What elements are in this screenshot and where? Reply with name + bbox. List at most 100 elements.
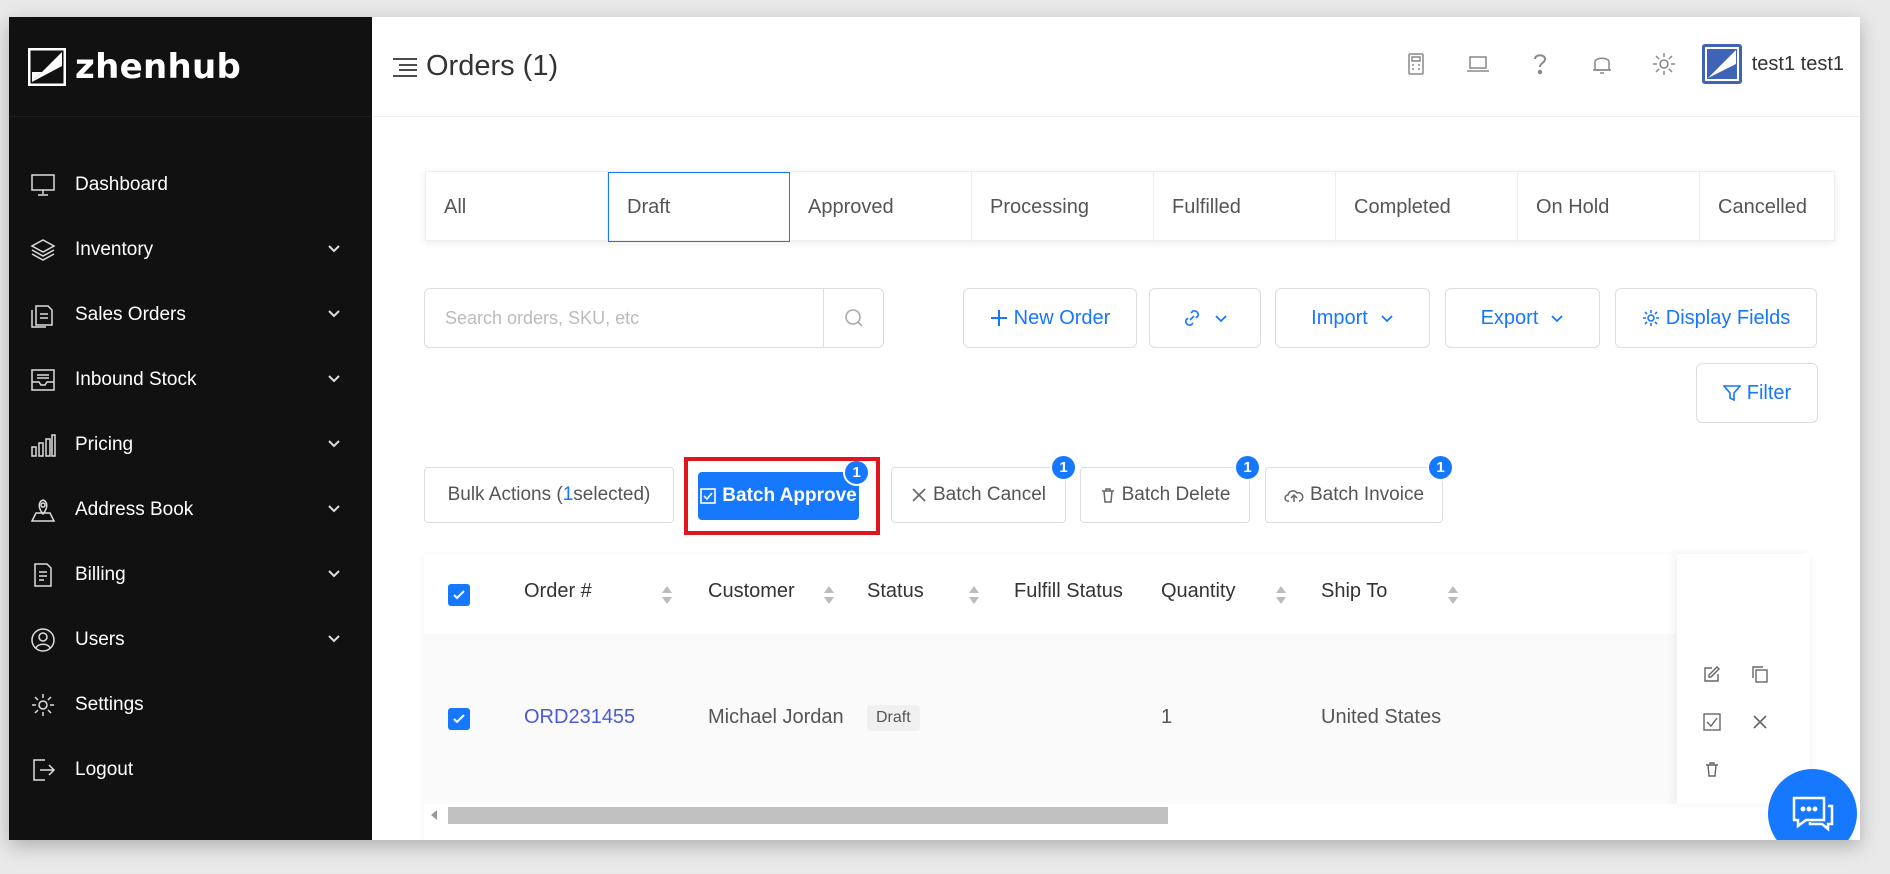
sidebar-item-label: Inventory [75,238,154,260]
close-icon [911,487,927,503]
horizontal-scrollbar[interactable] [424,804,1677,826]
import-button[interactable]: Import [1275,288,1430,348]
sort-icon[interactable] [1446,584,1460,606]
tab-draft[interactable]: Draft [608,172,790,242]
invoice-icon [28,560,58,590]
search-icon [844,309,863,327]
sidebar-item-address-book[interactable]: Address Book [9,477,372,542]
batch-cancel-label: Batch Cancel [932,484,1046,505]
approve-icon[interactable] [1697,707,1727,737]
bell-icon[interactable] [1588,50,1616,78]
avatar[interactable] [1701,44,1742,84]
scrollbar-thumb[interactable] [448,807,1168,824]
chevron-down-icon [328,505,340,513]
sidebar-item-label: Settings [75,693,144,715]
sidebar-item-sales-orders[interactable]: Sales Orders [9,282,372,347]
monitor-icon [28,170,58,200]
sidebar-item-billing[interactable]: Billing [9,542,372,607]
tab-approved[interactable]: Approved [790,172,972,242]
chevron-down-icon [1214,311,1228,325]
logo-icon [28,47,66,86]
sort-icon[interactable] [967,584,981,606]
sidebar-item-label: Address Book [75,498,194,520]
sidebar-item-pricing[interactable]: Pricing [9,412,372,477]
sidebar-item-label: Logout [75,758,134,780]
tab-completed[interactable]: Completed [1336,172,1518,242]
tab-all[interactable]: All [426,172,608,242]
column-header-customer[interactable]: Customer [708,580,795,603]
batch-delete-button[interactable]: Batch Delete 1 [1080,454,1261,523]
tab-fulfilled[interactable]: Fulfilled [1154,172,1336,242]
plus-icon [990,309,1008,327]
users-icon [28,625,58,655]
batch-invoice-button[interactable]: Batch Invoice 1 [1265,454,1454,523]
sidebar: zhenhub Dashboard Inventory Sales Orders… [9,17,372,840]
sidebar-item-logout[interactable]: Logout [9,737,372,802]
column-header-order[interactable]: Order # [524,580,592,603]
table-row[interactable]: ORD231455 Michael Jordan Draft 1 United … [424,634,1810,804]
display-fields-label: Display Fields [1665,306,1791,329]
sidebar-item-label: Dashboard [75,173,168,195]
scroll-left-icon[interactable] [430,810,438,820]
table-header: Order # Customer Status Fulfill Status Q… [424,554,1810,634]
sidebar-item-label: Users [75,628,125,650]
count-badge: 1 [1427,454,1454,481]
sidebar-item-label: Pricing [75,433,134,455]
new-order-button[interactable]: New Order [963,288,1137,348]
link-icon [1182,308,1202,328]
menu-toggle-icon[interactable] [390,52,420,82]
customer-name: Michael Jordan [708,706,844,728]
export-button[interactable]: Export [1445,288,1600,348]
link-dropdown-button[interactable] [1149,288,1261,348]
logo[interactable]: zhenhub [9,17,372,117]
tab-processing[interactable]: Processing [972,172,1154,242]
orders-table: Order # Customer Status Fulfill Status Q… [424,554,1810,840]
sidebar-item-inventory[interactable]: Inventory [9,217,372,282]
select-all-checkbox[interactable] [448,584,470,606]
tab-cancelled[interactable]: Cancelled [1700,172,1860,242]
top-bar: Orders (1) test1 test1 [372,17,1860,117]
column-header-quantity[interactable]: Quantity [1161,580,1235,603]
sort-icon[interactable] [822,584,836,606]
row-checkbox[interactable] [448,708,470,730]
map-pin-icon [28,495,58,525]
edit-icon[interactable] [1697,659,1727,689]
bar-chart-icon [28,430,58,460]
sort-icon[interactable] [660,584,674,606]
calculator-icon[interactable] [1402,50,1430,78]
order-number-link[interactable]: ORD231455 [524,706,635,729]
chevron-down-icon [328,635,340,643]
bulk-actions-button[interactable]: Bulk Actions (1 selected) [424,467,674,523]
column-header-ship-to[interactable]: Ship To [1321,580,1387,603]
copy-icon[interactable] [1745,659,1775,689]
search-input[interactable] [425,289,823,347]
quantity: 1 [1161,706,1173,728]
sidebar-item-inbound-stock[interactable]: Inbound Stock [9,347,372,412]
count-badge: 1 [1050,454,1077,481]
display-fields-button[interactable]: Display Fields [1615,288,1817,348]
laptop-icon[interactable] [1464,50,1492,78]
new-order-label: New Order [1013,306,1111,329]
sort-icon[interactable] [1274,584,1288,606]
trash-icon[interactable] [1697,754,1727,784]
layers-icon [28,235,58,265]
search-button[interactable] [823,289,883,347]
sidebar-item-dashboard[interactable]: Dashboard [9,152,372,217]
column-header-status[interactable]: Status [867,580,924,603]
batch-delete-label: Batch Delete [1121,484,1231,505]
batch-cancel-button[interactable]: Batch Cancel 1 [891,454,1077,523]
username[interactable]: test1 test1 [1752,53,1844,76]
sidebar-item-settings[interactable]: Settings [9,672,372,737]
tab-on-hold[interactable]: On Hold [1518,172,1700,242]
app-window: zhenhub Dashboard Inventory Sales Orders… [9,17,1860,840]
chat-icon [1792,796,1833,832]
sidebar-item-users[interactable]: Users [9,607,372,672]
chevron-down-icon [328,440,340,448]
status-badge-label: Draft [867,705,920,731]
gear-icon [28,690,58,720]
help-icon[interactable] [1526,50,1554,78]
gear-icon[interactable] [1650,50,1678,78]
close-icon[interactable] [1745,707,1775,737]
documents-icon [28,300,58,330]
filter-button[interactable]: Filter [1696,363,1818,423]
